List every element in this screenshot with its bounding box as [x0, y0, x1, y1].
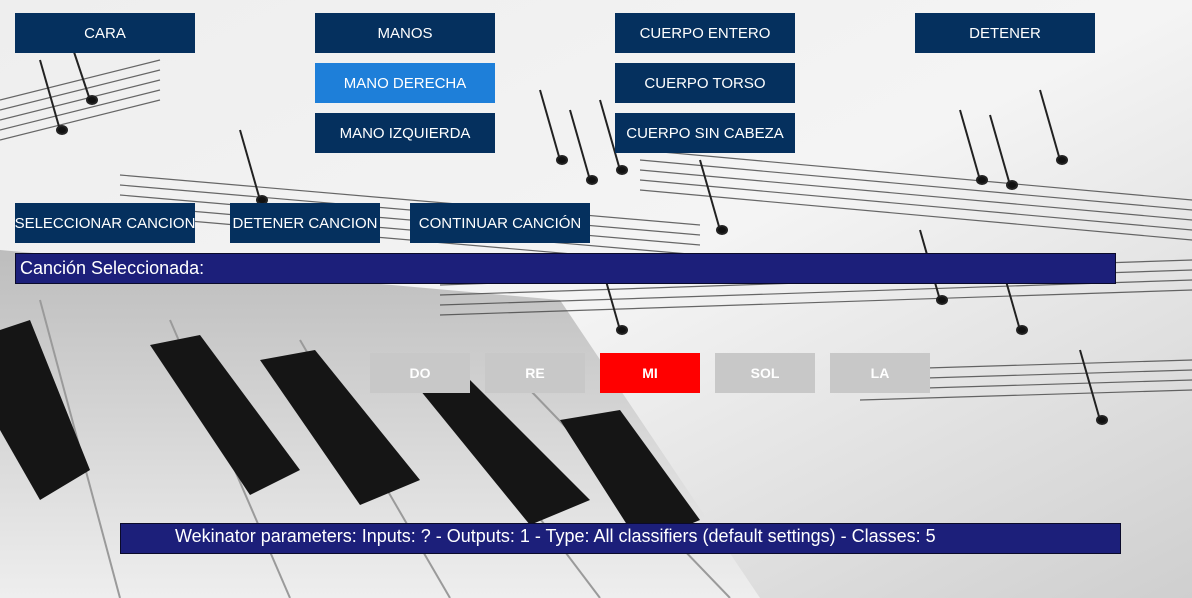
note-la-button[interactable]: LA — [830, 353, 930, 393]
note-do-button[interactable]: DO — [370, 353, 470, 393]
sheet-music-piano-background — [0, 0, 1192, 598]
cuerpo-torso-button[interactable]: CUERPO TORSO — [615, 63, 795, 103]
mano-derecha-button[interactable]: MANO DERECHA — [315, 63, 495, 103]
cuerpo-entero-button[interactable]: CUERPO ENTERO — [615, 13, 795, 53]
cara-button[interactable]: CARA — [15, 13, 195, 53]
detener-cancion-button[interactable]: DETENER CANCION — [230, 203, 380, 243]
detener-button[interactable]: DETENER — [915, 13, 1095, 53]
mano-izquierda-button[interactable]: MANO IZQUIERDA — [315, 113, 495, 153]
note-mi-button[interactable]: MI — [600, 353, 700, 393]
note-sol-button[interactable]: SOL — [715, 353, 815, 393]
wekinator-status: Wekinator parameters: Inputs: ? - Output… — [120, 523, 1121, 554]
cuerpo-sin-cabeza-button[interactable]: CUERPO SIN CABEZA — [615, 113, 795, 153]
manos-button[interactable]: MANOS — [315, 13, 495, 53]
continuar-cancion-button[interactable]: CONTINUAR CANCIÓN — [410, 203, 590, 243]
note-re-button[interactable]: RE — [485, 353, 585, 393]
selected-song-label: Canción Seleccionada: — [15, 253, 1116, 284]
seleccionar-cancion-button[interactable]: SELECCIONAR CANCION — [15, 203, 195, 243]
